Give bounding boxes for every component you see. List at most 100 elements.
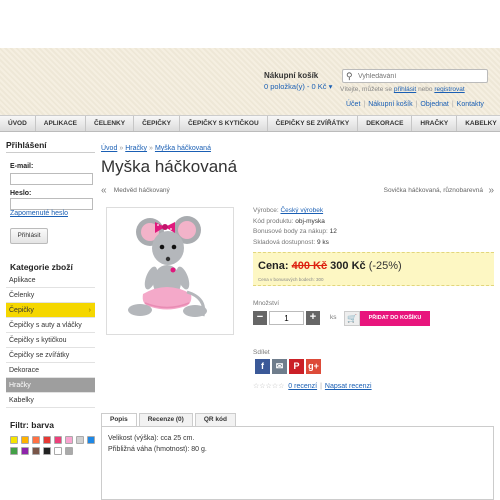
facebook-icon[interactable]: f <box>255 359 270 374</box>
star-rating-icon: ☆☆☆☆☆ <box>253 383 285 390</box>
password-label: Heslo: <box>10 190 32 197</box>
color-swatch[interactable] <box>21 447 29 455</box>
color-swatch[interactable] <box>54 447 62 455</box>
nav-item-dekorace[interactable]: DEKORACE <box>358 116 413 131</box>
breadcrumb-home[interactable]: Úvod <box>101 145 117 152</box>
welcome-middle: nebo <box>418 86 433 93</box>
color-swatch[interactable] <box>65 447 73 455</box>
category-item-cepicky-kyticka[interactable]: Čepičky s kytičkou <box>6 333 95 348</box>
color-swatch[interactable] <box>21 436 29 444</box>
nav-item-cepicky-zviratka[interactable]: ČEPIČKY SE ZVÍŘÁTKY <box>268 116 359 131</box>
category-item-cepicky[interactable]: Čepičky › <box>6 303 95 318</box>
add-to-cart-button[interactable]: PŘIDAT DO KOŠÍKU <box>360 311 430 326</box>
breadcrumb-current[interactable]: Myška háčkovaná <box>155 145 211 152</box>
quantity-unit: ks <box>330 314 337 321</box>
nav-item-cepicky-kyticka[interactable]: ČEPIČKY S KYTIČKOU <box>180 116 268 131</box>
add-to-cart[interactable]: 🛒 PŘIDAT DO KOŠÍKU <box>344 311 430 326</box>
quantity-input[interactable] <box>269 311 304 325</box>
toplink-checkout[interactable]: Objednat <box>420 101 448 108</box>
login-button[interactable]: Přihlásit <box>10 228 48 244</box>
toplink-contacts[interactable]: Kontakty <box>457 101 484 108</box>
spec-value: 9 ks <box>316 238 329 246</box>
welcome-prefix: Vítejte, můžete se <box>340 86 393 93</box>
spec-label: Kód produktu: <box>253 217 294 225</box>
search-icon[interactable]: ⚲ <box>346 71 353 82</box>
nav-item-celenky[interactable]: ČELENKY <box>86 116 135 131</box>
toplink-account[interactable]: Účet <box>346 101 360 108</box>
color-swatch[interactable] <box>10 436 18 444</box>
write-review-link[interactable]: Napsat recenzi <box>325 383 372 390</box>
color-swatch[interactable] <box>10 447 18 455</box>
tab-reviews[interactable]: Recenze (0) <box>138 413 193 426</box>
double-chevron-right-icon: » <box>488 185 494 196</box>
cart-title: Nákupní košík <box>264 71 319 80</box>
nav-item-hracky[interactable]: HRAČKY <box>412 116 458 131</box>
quantity-increase-button[interactable]: + <box>306 311 320 325</box>
cart-summary-text[interactable]: 0 položka(y) - 0 Kč <box>264 82 327 91</box>
email-label: E-mail: <box>10 163 34 170</box>
category-item-aplikace[interactable]: Aplikace <box>6 273 95 288</box>
search-input[interactable] <box>358 71 486 82</box>
password-field[interactable] <box>10 198 93 210</box>
category-item-celenky[interactable]: Čelenky <box>6 288 95 303</box>
nav-item-kabelky[interactable]: KABELKY <box>457 116 500 131</box>
cart-icon[interactable]: 🛒 <box>344 311 360 326</box>
cart-summary[interactable]: 0 položka(y) - 0 Kč ▾ <box>264 82 332 91</box>
breadcrumb-separator: » <box>149 145 153 152</box>
color-swatch[interactable] <box>32 447 40 455</box>
tab-description[interactable]: Popis <box>101 413 137 426</box>
bonus-price-note: Cena v bonusových bodech: 300 <box>258 277 324 282</box>
nav-item-aplikace[interactable]: APLIKACE <box>36 116 87 131</box>
top-band <box>0 0 500 48</box>
color-swatch[interactable] <box>43 436 51 444</box>
main-nav: ÚVOD APLIKACE ČELENKY ČEPIČKY ČEPIČKY S … <box>0 115 500 132</box>
color-swatch[interactable] <box>43 447 51 455</box>
color-swatch[interactable] <box>32 436 40 444</box>
welcome-login-link[interactable]: přihlásit <box>394 86 416 93</box>
email-field[interactable] <box>10 173 93 185</box>
share-label: Sdílet <box>253 349 270 356</box>
pinterest-icon[interactable]: P <box>289 359 304 374</box>
product-tabs: Popis Recenze (0) QR kód <box>101 413 238 426</box>
color-swatch[interactable] <box>87 436 95 444</box>
spec-value: obj-myska <box>295 217 325 225</box>
nav-item-cepicky[interactable]: ČEPIČKY <box>134 116 180 131</box>
color-swatches <box>10 436 96 455</box>
spec-row: Výrobce: Český výrobek <box>253 206 337 217</box>
price-label: Cena: <box>258 260 289 272</box>
welcome-register-link[interactable]: registrovat <box>434 86 464 93</box>
prev-product-link[interactable]: « Medvěd háčkovaný <box>101 185 170 196</box>
category-item-hracky[interactable]: Hračky <box>6 378 95 393</box>
crochet-mouse-illustration <box>128 216 207 317</box>
reviews-link[interactable]: 0 recenzí <box>288 383 317 390</box>
product-image[interactable] <box>106 207 234 335</box>
spec-label: Bonusové body za nákup: <box>253 228 328 235</box>
color-filter-heading: Filtr: barva <box>10 420 54 430</box>
category-item-cepicky-auty[interactable]: Čepičky s auty a vláčky <box>6 318 95 333</box>
toplink-cart[interactable]: Nákupní košík <box>368 101 412 108</box>
spec-row: Bonusové body za nákup: 12 <box>253 227 337 238</box>
description-line: Přibližná váha (hmotnost): 80 g. <box>108 446 207 453</box>
next-product-link[interactable]: Sovička háčkovaná, různobarevná » <box>384 185 494 196</box>
email-icon[interactable]: ✉ <box>272 359 287 374</box>
breadcrumb: Úvod» Hračky» Myška háčkovaná <box>101 145 211 152</box>
color-swatch[interactable] <box>76 436 84 444</box>
tab-qr-code[interactable]: QR kód <box>194 413 236 426</box>
breadcrumb-hracky[interactable]: Hračky <box>125 145 147 152</box>
nav-item-home[interactable]: ÚVOD <box>0 116 36 131</box>
manufacturer-link[interactable]: Český výrobek <box>280 207 323 214</box>
color-swatch[interactable] <box>54 436 62 444</box>
color-swatch[interactable] <box>65 436 73 444</box>
category-item-cepicky-zviratka[interactable]: Čepičky se zvířátky <box>6 348 95 363</box>
rating-row: ☆☆☆☆☆ 0 recenzí | Napsat recenzi <box>253 383 372 390</box>
discount: (-25%) <box>368 260 402 272</box>
quantity-decrease-button[interactable]: − <box>253 311 267 325</box>
welcome-text: Vítejte, můžete se přihlásit nebo regist… <box>340 86 465 93</box>
forgot-password-link[interactable]: Zapomenuté heslo <box>10 210 68 217</box>
category-item-kabelky[interactable]: Kabelky <box>6 393 95 408</box>
google-plus-icon[interactable]: g+ <box>306 359 321 374</box>
prev-product-label: Medvěd háčkovaný <box>113 187 170 195</box>
category-item-dekorace[interactable]: Dekorace <box>6 363 95 378</box>
search-box[interactable]: ⚲ <box>342 69 488 83</box>
sidebar-login-heading-wrap: Přihlášení <box>6 140 95 153</box>
